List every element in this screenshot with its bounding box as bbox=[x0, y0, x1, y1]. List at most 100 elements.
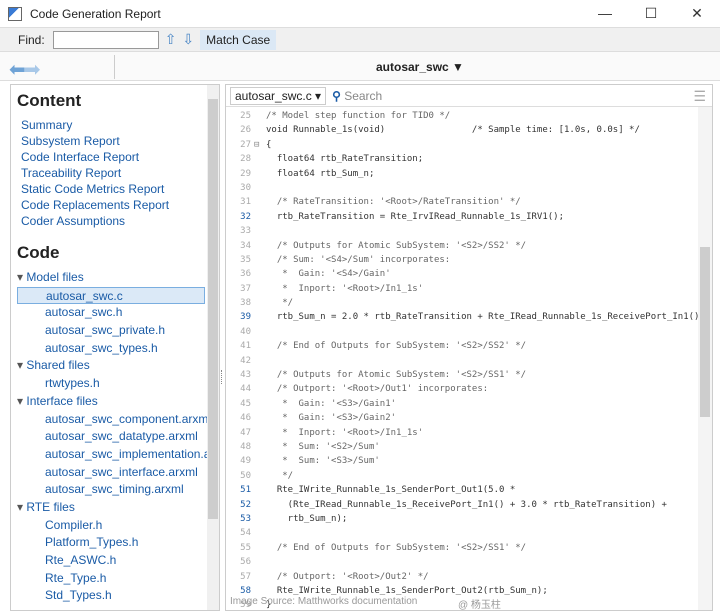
fold-gutter bbox=[254, 382, 266, 396]
line-number[interactable]: 39 bbox=[226, 310, 254, 324]
code-line: 25 /* Model step function for TID0 */ bbox=[226, 109, 712, 123]
code-text: * Inport: '<Root>/In1_1s' bbox=[266, 283, 424, 294]
line-number: 26 bbox=[240, 125, 251, 136]
code-line: 49 * Sum: '<S3>/Sum' bbox=[226, 454, 712, 468]
code-text: /* Outport: '<Root>/Out1' incorporates: bbox=[266, 384, 489, 395]
content-link[interactable]: Code Interface Report bbox=[21, 149, 219, 165]
code-text: * Gain: '<S3>/Gain2' bbox=[266, 413, 397, 424]
code-text: */ bbox=[266, 298, 294, 309]
line-number[interactable]: 32 bbox=[226, 210, 254, 224]
fold-gutter bbox=[254, 253, 266, 267]
code-line: 43 /* Outputs for Atomic SubSystem: '<S2… bbox=[226, 368, 712, 382]
minimize-button[interactable]: — bbox=[582, 0, 628, 27]
find-bar: Find: ⇧ ⇩ Match Case bbox=[0, 27, 720, 51]
find-next-icon[interactable]: ⇩ bbox=[182, 31, 194, 48]
file-link[interactable]: rtwtypes.h bbox=[17, 375, 205, 393]
file-link[interactable]: autosar_swc_timing.arxml bbox=[17, 481, 205, 499]
line-number: 30 bbox=[240, 182, 251, 193]
search-field[interactable]: ⚲ Search bbox=[332, 89, 382, 103]
code-text: * Gain: '<S4>/Gain' bbox=[266, 269, 391, 280]
code-text: rtb_RateTransition = Rte_IrvIRead_Runnab… bbox=[266, 211, 565, 222]
file-group-toggle[interactable]: RTE files bbox=[17, 499, 219, 517]
code-line: 55 /* End of Outputs for SubSystem: '<S2… bbox=[226, 541, 712, 555]
content-link[interactable]: Summary bbox=[21, 117, 219, 133]
code-line: 30 bbox=[226, 181, 712, 195]
fold-gutter bbox=[254, 282, 266, 296]
code-text: /* Outputs for Atomic SubSystem: '<S2>/S… bbox=[266, 370, 527, 381]
forward-arrow-icon[interactable]: ➡ bbox=[24, 59, 41, 81]
maximize-button[interactable]: ☐ bbox=[628, 0, 674, 27]
file-link[interactable]: autosar_swc_implementation.ar bbox=[17, 446, 214, 464]
scrollbar-thumb[interactable] bbox=[700, 247, 710, 417]
find-input[interactable] bbox=[52, 30, 159, 49]
file-link[interactable]: Rte_ASWC.h bbox=[17, 552, 205, 570]
code-line: 41 /* End of Outputs for SubSystem: '<S2… bbox=[226, 339, 712, 353]
fold-gutter bbox=[254, 123, 266, 137]
app-icon bbox=[8, 6, 22, 21]
fold-gutter bbox=[254, 109, 266, 123]
file-link[interactable]: Rte_Type.h bbox=[17, 570, 205, 588]
fold-gutter bbox=[254, 267, 266, 281]
fold-gutter bbox=[254, 152, 266, 166]
file-link[interactable]: autosar_swc_types.h bbox=[17, 340, 205, 358]
file-link[interactable]: autosar_swc.h bbox=[17, 304, 205, 322]
code-panel: autosar_swc.c ▾ ⚲ Search ☰ 25 /* Model st… bbox=[225, 84, 713, 611]
code-text: float64 rtb_Sum_n; bbox=[266, 168, 375, 179]
code-text: * Gain: '<S3>/Gain1' bbox=[266, 398, 397, 409]
fold-gutter bbox=[254, 368, 266, 382]
nav-bar: ⬅➡ autosar_swc ▼ bbox=[0, 51, 720, 81]
file-link[interactable]: Platform_Types.h bbox=[17, 534, 205, 552]
model-dropdown[interactable]: autosar_swc ▼ bbox=[376, 60, 464, 74]
match-case-button[interactable]: Match Case bbox=[200, 29, 277, 50]
close-button[interactable]: ✕ bbox=[674, 0, 720, 27]
file-link[interactable]: autosar_swc_datatype.arxml bbox=[17, 428, 205, 446]
fold-gutter bbox=[254, 498, 266, 512]
code-text: /* Outputs for Atomic SubSystem: '<S2>/S… bbox=[266, 240, 527, 251]
content-link[interactable]: Coder Assumptions bbox=[21, 213, 219, 229]
line-number: 37 bbox=[240, 283, 251, 294]
content-link[interactable]: Traceability Report bbox=[21, 165, 219, 181]
menu-icon[interactable]: ☰ bbox=[693, 88, 706, 105]
file-select[interactable]: autosar_swc.c ▾ bbox=[230, 86, 327, 105]
content-link[interactable]: Subsystem Report bbox=[21, 133, 219, 149]
watermark-author: @ 杨玉柱 bbox=[458, 600, 501, 611]
file-group-toggle[interactable]: Interface files bbox=[17, 393, 219, 411]
file-link[interactable]: autosar_swc_private.h bbox=[17, 322, 205, 340]
line-number: 55 bbox=[240, 542, 251, 553]
file-link[interactable]: autosar_swc.c bbox=[17, 286, 205, 305]
find-previous-icon[interactable]: ⇧ bbox=[165, 31, 177, 48]
file-link[interactable]: autosar_swc_interface.arxml bbox=[17, 464, 205, 482]
file-group-toggle[interactable]: Model files bbox=[17, 269, 219, 287]
file-group-toggle[interactable]: Shared files bbox=[17, 357, 219, 375]
code-line: 54 bbox=[226, 526, 712, 540]
code-text: rtb_Sum_n); bbox=[266, 513, 348, 524]
file-link[interactable]: Compiler.h bbox=[17, 517, 205, 535]
collapse-icon[interactable]: ⊟ bbox=[254, 138, 266, 152]
line-number[interactable]: 53 bbox=[226, 512, 254, 526]
code-scrollbar[interactable] bbox=[698, 107, 712, 610]
line-number: 29 bbox=[240, 168, 251, 179]
line-number: 45 bbox=[240, 398, 251, 409]
file-link[interactable]: autosar_swc_component.arxml bbox=[17, 411, 211, 429]
line-number: 54 bbox=[240, 528, 251, 539]
scrollbar-thumb[interactable] bbox=[208, 99, 218, 519]
line-number[interactable]: 51 bbox=[226, 483, 254, 497]
file-link[interactable]: Std_Types.h bbox=[17, 587, 205, 605]
code-line: 44 /* Outport: '<Root>/Out1' incorporate… bbox=[226, 382, 712, 396]
fold-gutter bbox=[254, 167, 266, 181]
fold-gutter bbox=[254, 397, 266, 411]
title-bar: Code Generation Report — ☐ ✕ bbox=[0, 0, 720, 27]
code-line: 46 * Gain: '<S3>/Gain2' bbox=[226, 411, 712, 425]
line-number: 56 bbox=[240, 557, 251, 568]
line-number: 50 bbox=[240, 470, 251, 481]
content-link[interactable]: Static Code Metrics Report bbox=[21, 181, 219, 197]
sidebar-scrollbar[interactable] bbox=[207, 85, 219, 610]
content-link[interactable]: Code Replacements Report bbox=[21, 197, 219, 213]
fold-gutter bbox=[254, 296, 266, 310]
splitter-handle[interactable] bbox=[221, 370, 224, 384]
code-line: 31 /* RateTransition: '<Root>/RateTransi… bbox=[226, 195, 712, 209]
fold-gutter bbox=[254, 224, 266, 238]
back-arrow-icon[interactable]: ⬅ bbox=[9, 59, 26, 81]
line-number[interactable]: 52 bbox=[226, 498, 254, 512]
search-icon: ⚲ bbox=[332, 88, 341, 103]
